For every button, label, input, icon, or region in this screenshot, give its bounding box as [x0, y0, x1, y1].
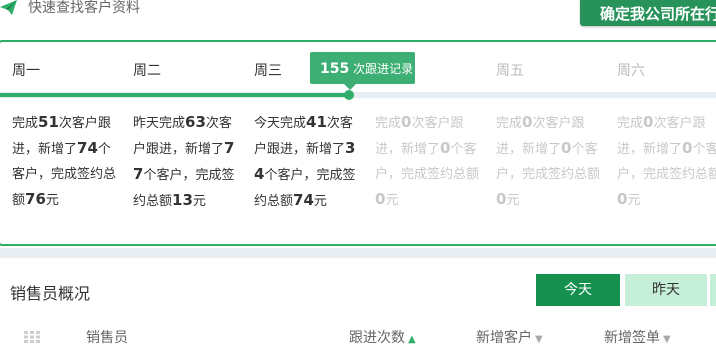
sales-table-header: 销售员 跟进次数 ▲ 新增客户 ▼ 新增签单 ▼ [0, 326, 716, 346]
tab-today[interactable]: 今天 [536, 274, 620, 306]
column-follow-count[interactable]: 跟进次数 ▲ [349, 327, 416, 347]
day-name-sat[interactable]: 周六 [617, 60, 645, 80]
search-hint[interactable]: 快速查找客户资料 [28, 0, 140, 17]
timeline-marker [344, 90, 354, 100]
tooltip-arrow [344, 84, 356, 90]
sort-desc-icon[interactable]: ▼ [535, 334, 543, 345]
day-name-fri[interactable]: 周五 [496, 60, 524, 80]
day-name-tue[interactable]: 周二 [133, 60, 161, 80]
paper-plane-icon[interactable] [0, 0, 18, 16]
week-panel: 周一 周二 周三 周四 周五 周六 155 次跟进记录 完成51次客户跟进，新增… [0, 40, 716, 246]
tooltip-suffix: 次跟进记录 [353, 62, 414, 76]
sort-asc-icon[interactable]: ▲ [408, 334, 416, 345]
tooltip-count: 155 [320, 61, 350, 77]
grid-icon[interactable] [24, 331, 40, 343]
day-summary-mon: 完成51次客户跟进，新增了74个客户，完成签约总额76元 [12, 113, 117, 208]
day-summary-tue: 昨天完成63次客户跟进，新增了77个客户，完成签约总额13元 [133, 113, 235, 209]
column-new-orders[interactable]: 新增签单 ▼ [604, 327, 671, 347]
tooltip-text: 155 次跟进记录 [320, 60, 413, 77]
tab-more[interactable] [710, 274, 716, 306]
day-name-wed[interactable]: 周三 [254, 60, 282, 80]
day-summary-thu: 完成0次客户跟进，新增了0个客户，完成签约总额0元 [375, 113, 480, 208]
locate-company-label: 确定我公司所在行 [600, 5, 716, 23]
column-salesperson: 销售员 [86, 330, 128, 346]
top-bar: 快速查找客户资料 确定我公司所在行 [0, 0, 716, 28]
day-summary-wed: 今天完成41次客户跟进，新增了34个客户，完成签约总额74元 [254, 113, 356, 209]
timeline-progress [0, 93, 350, 97]
tab-yesterday[interactable]: 昨天 [625, 274, 707, 306]
day-summary-fri: 完成0次客户跟进，新增了0个客户，完成签约总额0元 [496, 113, 601, 208]
locate-company-button[interactable]: 确定我公司所在行 [580, 0, 716, 26]
follow-count-tooltip: 155 次跟进记录 [310, 52, 415, 90]
section-divider [0, 248, 716, 258]
column-follow-label: 跟进次数 [349, 330, 405, 346]
column-new-orders-label: 新增签单 [604, 330, 660, 346]
day-name-mon[interactable]: 周一 [12, 60, 40, 80]
day-summary-sat: 完成0次客户跟进，新增了0个客户，完成签约总额0元 [617, 113, 716, 208]
column-new-customers-label: 新增客户 [476, 330, 532, 346]
sales-overview-title: 销售员概况 [10, 284, 91, 303]
column-new-customers[interactable]: 新增客户 ▼ [476, 327, 543, 347]
sort-desc-icon[interactable]: ▼ [663, 334, 671, 345]
